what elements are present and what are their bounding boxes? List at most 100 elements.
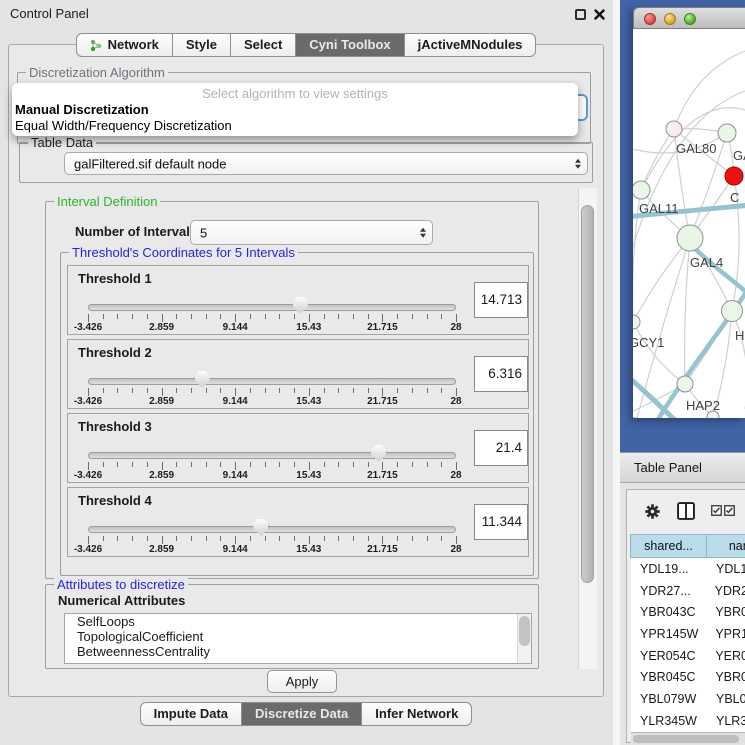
split-columns-icon[interactable]	[677, 502, 695, 520]
table-column-header[interactable]: name	[706, 534, 745, 558]
tick-label: 2.859	[149, 470, 174, 481]
slider-thumb[interactable]	[371, 445, 386, 462]
network-node-h[interactable]	[722, 301, 743, 322]
tab-label: Impute Data	[154, 703, 228, 725]
attribute-list-item[interactable]: SelfLoops	[65, 614, 531, 629]
slider-thumb[interactable]	[195, 371, 210, 388]
tick-label: 28	[450, 544, 461, 555]
table-row[interactable]: YLR345WYLR3	[631, 710, 745, 732]
tick-mark	[103, 388, 104, 393]
settings-scrollbar-thumb[interactable]	[581, 205, 594, 583]
tick-mark	[103, 462, 104, 467]
tick-mark	[456, 462, 457, 470]
minimize-traffic-light[interactable]	[664, 13, 676, 25]
tab-discretize-data[interactable]: Discretize Data	[241, 702, 362, 726]
table-hscrollbar-track[interactable]	[631, 732, 745, 744]
tab-select[interactable]: Select	[230, 33, 296, 57]
checkbox-icon[interactable]	[724, 505, 735, 516]
attribute-list-item[interactable]: TopologicalCoefficient	[65, 629, 531, 644]
list-scrollbar-track[interactable]	[517, 614, 531, 663]
network-node-gcy1[interactable]	[633, 315, 640, 329]
table-hscrollbar-thumb[interactable]	[633, 735, 739, 743]
threshold-value-field[interactable]: 14.713	[474, 282, 528, 318]
dropdown-option[interactable]: Manual Discretization	[15, 102, 149, 117]
tick-mark	[441, 536, 442, 541]
tick-mark	[162, 462, 163, 470]
checkbox-icon[interactable]	[711, 505, 722, 516]
tick-mark	[382, 388, 383, 396]
slider-thumb[interactable]	[253, 519, 268, 536]
network-node-gal[interactable]	[718, 124, 736, 142]
network-node-c[interactable]	[725, 167, 743, 185]
slider-track[interactable]	[88, 304, 456, 311]
tab-impute-data[interactable]: Impute Data	[140, 702, 242, 726]
slider-track[interactable]	[88, 526, 456, 533]
close-icon[interactable]	[593, 8, 606, 21]
panel-divider[interactable]	[613, 0, 620, 745]
network-node[interactable]	[707, 411, 719, 418]
slider-track[interactable]	[88, 452, 456, 459]
tick-mark	[162, 314, 163, 322]
tick-mark	[117, 314, 118, 319]
table-row[interactable]: YDR27...YDR2	[631, 580, 745, 602]
network-node-label: C	[730, 190, 739, 205]
network-edge	[633, 322, 685, 384]
network-node-gal80[interactable]	[666, 121, 682, 137]
tick-mark	[279, 536, 280, 541]
tab-infer-network[interactable]: Infer Network	[361, 702, 472, 726]
tick-mark	[279, 314, 280, 319]
tick-mark	[427, 314, 428, 319]
network-node-gal4[interactable]	[677, 225, 703, 251]
float-window-icon[interactable]	[575, 9, 586, 20]
tick-mark	[265, 314, 266, 319]
tick-mark	[441, 388, 442, 393]
network-node-gal11[interactable]	[633, 181, 650, 199]
network-canvas[interactable]: GAL80GALCGAL11GAL4GCY1HHAP2	[633, 29, 745, 418]
numerical-attributes-list[interactable]: SelfLoopsTopologicalCoefficientBetweenne…	[64, 613, 532, 664]
table-row[interactable]: YDL19...YDL1	[631, 558, 745, 580]
tick-mark	[368, 388, 369, 393]
table-row[interactable]: YBR045CYBR0	[631, 666, 745, 688]
table-row[interactable]: YBL079WYBL0	[631, 688, 745, 710]
tick-mark	[191, 314, 192, 319]
table-data-combo[interactable]: galFiltered.sif default node	[64, 152, 588, 175]
network-node-hap2[interactable]	[677, 376, 693, 392]
attribute-list-item[interactable]: BetweennessCentrality	[65, 644, 531, 659]
network-window-titlebar[interactable]	[633, 7, 745, 29]
tick-mark	[191, 536, 192, 541]
slider-track[interactable]	[88, 378, 456, 385]
threshold-value-field[interactable]: 6.316	[474, 356, 528, 392]
table-row[interactable]: YBR043CYBR0	[631, 601, 745, 623]
list-scrollbar-thumb[interactable]	[519, 616, 530, 646]
gear-icon[interactable]	[643, 502, 662, 521]
table-row[interactable]: YER054CYER0	[631, 645, 745, 667]
tab-style[interactable]: Style	[172, 33, 231, 57]
table-column-header[interactable]: shared...	[630, 534, 707, 558]
tick-mark	[279, 388, 280, 393]
slider-thumb[interactable]	[293, 297, 308, 314]
zoom-traffic-light[interactable]	[684, 13, 696, 25]
tab-jactivemnodules[interactable]: jActiveMNodules	[404, 33, 537, 57]
tick-label: 2.859	[149, 396, 174, 407]
network-edge	[674, 51, 745, 129]
tick-mark	[324, 462, 325, 467]
tick-mark	[162, 388, 163, 396]
threshold-value-field[interactable]: 21.4	[474, 430, 528, 466]
threshold-value-field[interactable]: 11.344	[474, 504, 528, 540]
table-cell: YBR045C	[631, 670, 707, 684]
tab-cyni-toolbox[interactable]: Cyni Toolbox	[295, 33, 404, 57]
close-traffic-light[interactable]	[644, 13, 656, 25]
dropdown-option[interactable]: Equal Width/Frequency Discretization	[15, 118, 232, 133]
table-cell: YLR3	[708, 714, 745, 728]
threshold-label: Threshold 4	[78, 493, 152, 508]
tick-label: 21.715	[367, 396, 398, 407]
table-row[interactable]: YPR145WYPR1	[631, 623, 745, 645]
number-of-intervals-combo[interactable]: 5	[190, 220, 433, 245]
tick-label: -3.426	[74, 396, 102, 407]
tick-mark	[132, 314, 133, 319]
tick-mark	[132, 388, 133, 393]
network-node-label: GAL4	[690, 255, 723, 270]
tab-network[interactable]: Network	[76, 33, 173, 57]
apply-button[interactable]: Apply	[267, 670, 337, 693]
tick-mark	[338, 462, 339, 467]
